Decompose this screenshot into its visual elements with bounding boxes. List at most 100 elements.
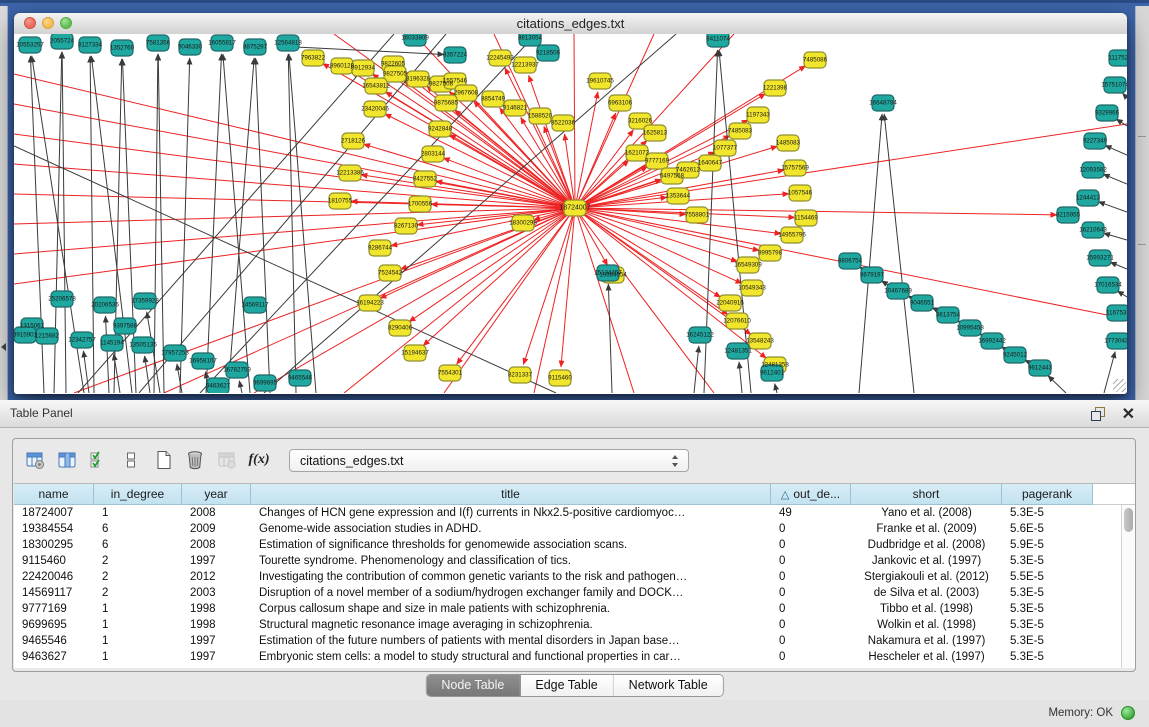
column-header-out_de[interactable]: △out_de... (771, 484, 851, 505)
table-cell: 5.3E-5 (1002, 505, 1093, 521)
column-header-pagerank[interactable]: pagerank (1002, 484, 1093, 505)
network-edge[interactable] (254, 208, 575, 393)
network-edge[interactable] (1103, 174, 1127, 184)
table-cell: 0 (771, 601, 851, 617)
network-node-label: 17016534 (1094, 282, 1122, 289)
network-edge[interactable] (158, 54, 164, 393)
network-node-label: 9218506 (536, 50, 561, 57)
select-columns-icon[interactable] (85, 446, 113, 474)
table-row[interactable]: 946362711997Embryonic stem cells: a mode… (14, 649, 1135, 665)
network-node-label: 10467689 (884, 288, 912, 295)
table-row[interactable]: 969969511998Structural magnetic resonanc… (14, 617, 1135, 633)
function-builder-icon[interactable]: f(x) (245, 446, 273, 474)
network-edge[interactable] (255, 58, 270, 393)
network-edge[interactable] (739, 362, 742, 393)
network-table-selector[interactable]: citations_edges.txt (289, 449, 689, 472)
table-row[interactable]: 911546021997Tourette syndrome. Phenomeno… (14, 553, 1135, 569)
table-cell: 1 (94, 617, 182, 633)
network-node-label: 1810755 (328, 198, 353, 205)
network-edge[interactable] (228, 58, 254, 393)
table-cell: Changes of HCN gene expression and I(f) … (251, 505, 771, 521)
network-node-label: 1353644 (666, 193, 691, 200)
memory-status-led[interactable] (1121, 706, 1135, 720)
table-cell: Estimation of significance thresholds fo… (251, 537, 771, 553)
float-window-icon[interactable] (1091, 407, 1105, 420)
network-node-label: 7524542 (378, 270, 403, 277)
network-edge[interactable] (289, 54, 316, 393)
column-header-title[interactable]: title (251, 484, 771, 505)
network-node-label: 8215955 (1056, 212, 1081, 219)
network-node-label: 9329966 (1095, 110, 1120, 117)
network-node-label: 9699695 (253, 380, 278, 387)
table-row[interactable]: 1830029562008Estimation of significance … (14, 537, 1135, 553)
network-edge[interactable] (288, 54, 296, 393)
column-header-year[interactable]: year (182, 484, 251, 505)
network-edge[interactable] (694, 346, 699, 393)
network-edge[interactable] (775, 384, 777, 393)
table-row[interactable]: 1872400712008Changes of HCN gene express… (14, 505, 1135, 521)
tab-node-table[interactable]: Node Table (426, 675, 520, 696)
column-header-short[interactable]: short (851, 484, 1002, 505)
network-edge[interactable] (444, 208, 575, 393)
network-edge[interactable] (608, 284, 612, 393)
network-node-label: 12093582 (1079, 167, 1107, 174)
network-edge[interactable] (1117, 291, 1127, 297)
table-row[interactable]: 946554611997Estimation of the future num… (14, 633, 1135, 649)
network-edge[interactable] (1098, 202, 1127, 212)
network-edge[interactable] (575, 136, 730, 208)
network-canvas[interactable]: 1872400779638228960128891293498226059827… (14, 34, 1127, 393)
network-node-label: 1077377 (713, 145, 738, 152)
table-row[interactable]: 1938455462009Genome-wide association stu… (14, 521, 1135, 537)
network-edge[interactable] (239, 381, 242, 393)
delete-table-icon[interactable] (181, 446, 209, 474)
table-row[interactable]: 2242004622012Investigating the contribut… (14, 569, 1135, 585)
network-edge[interactable] (83, 351, 89, 393)
network-edge[interactable] (177, 364, 182, 393)
network-edge[interactable] (1110, 262, 1127, 269)
close-panel-icon[interactable]: ✕ (1122, 404, 1135, 424)
network-edge[interactable] (575, 208, 738, 262)
table-cell: 9115460 (14, 553, 94, 569)
network-edge[interactable] (364, 144, 575, 208)
table-cell: 5.5E-5 (1002, 569, 1093, 585)
table-row[interactable]: 1456911722003Disruption of a novel membe… (14, 585, 1135, 601)
table-cell: 9463627 (14, 649, 94, 665)
new-table-icon[interactable] (149, 446, 177, 474)
network-edge[interactable] (14, 146, 556, 393)
network-node-label: 1154469 (794, 215, 818, 222)
network-edge[interactable] (859, 114, 882, 393)
table-cell: 1997 (182, 649, 251, 665)
network-edge[interactable] (145, 356, 150, 393)
table-settings-icon[interactable] (21, 446, 49, 474)
network-node-label: 1117524 (1108, 55, 1127, 62)
column-header-in_degree[interactable]: in_degree (94, 484, 182, 505)
column-header-name[interactable]: name (14, 484, 94, 505)
network-node-label: 16782759 (223, 367, 251, 374)
tab-edge-table[interactable]: Edge Table (520, 675, 613, 696)
table-cell: 1 (94, 633, 182, 649)
tab-network-table[interactable]: Network Table (614, 675, 723, 696)
row-height-icon[interactable] (117, 446, 145, 474)
import-table-icon[interactable] (213, 446, 241, 474)
window-titlebar[interactable]: citations_edges.txt (14, 13, 1127, 35)
table-row[interactable]: 977716911998Corpus callosum shape and si… (14, 601, 1135, 617)
network-edge[interactable] (1105, 145, 1127, 155)
show-columns-icon[interactable] (53, 446, 81, 474)
network-node-label: 1197343 (746, 112, 770, 119)
network-edge[interactable] (1122, 93, 1127, 98)
table-header-row: namein_degreeyeartitle△out_de...shortpag… (14, 484, 1135, 505)
panel-collapse-arrow-icon[interactable] (1, 343, 6, 351)
network-node-label: 1485083 (776, 140, 801, 147)
network-edge[interactable] (1048, 376, 1066, 393)
network-node-label: 1244413 (1076, 195, 1101, 202)
scrollbar-thumb[interactable] (1124, 508, 1133, 532)
network-edge[interactable] (884, 114, 914, 393)
network-edge[interactable] (561, 208, 575, 367)
network-canvas-container: 1872400779638228960128891293498226059827… (14, 34, 1127, 393)
network-edge[interactable] (575, 208, 634, 393)
table-vertical-scrollbar[interactable] (1121, 505, 1135, 668)
window-resize-grip[interactable] (1113, 379, 1126, 392)
network-edge[interactable] (1104, 233, 1127, 240)
network-edge[interactable] (206, 54, 221, 393)
table-panel-body: f(x) citations_edges.txt namein_degreeye… (12, 438, 1136, 672)
